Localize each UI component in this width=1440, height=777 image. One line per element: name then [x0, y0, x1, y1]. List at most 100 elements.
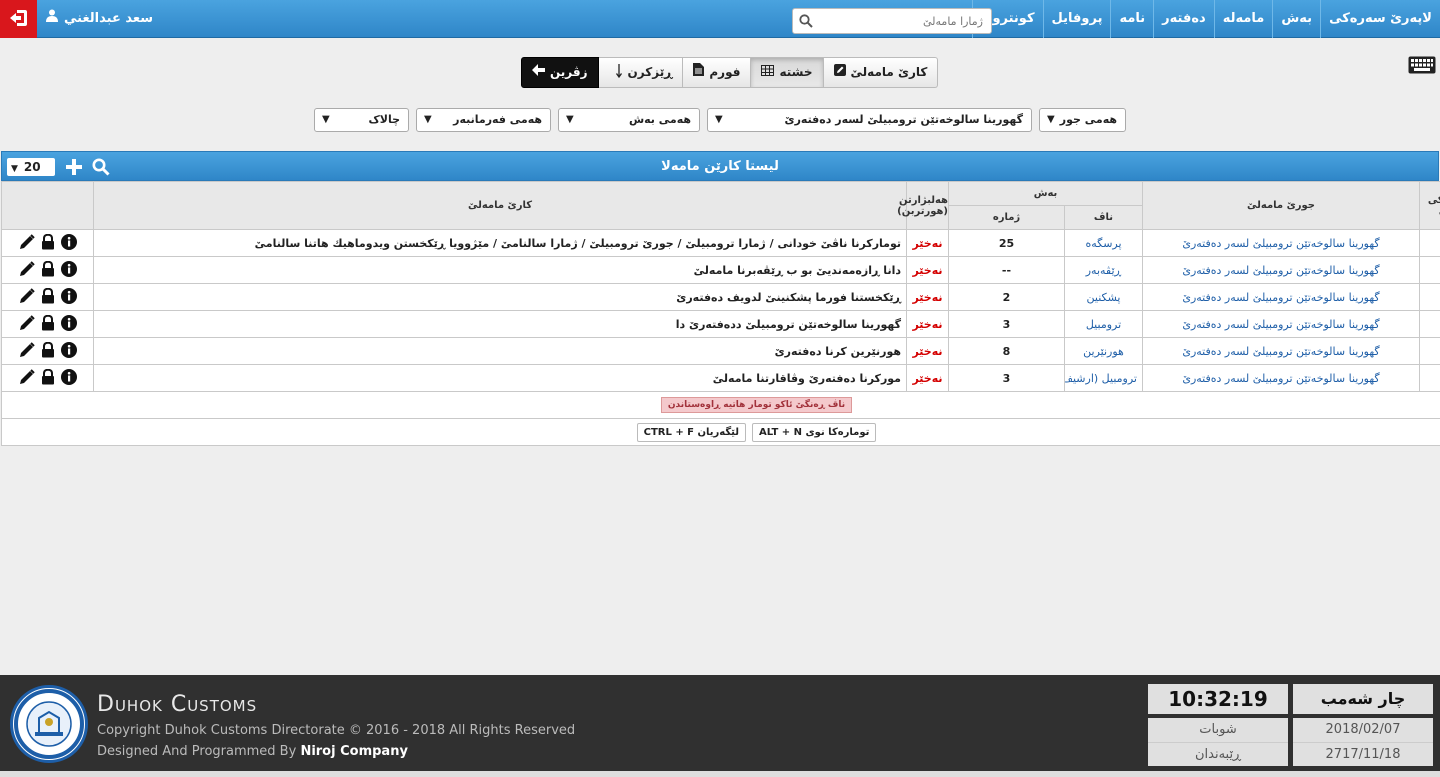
col-section-name[interactable]: ناڤ — [1064, 205, 1143, 230]
page-size-select[interactable]: ▼ 20 — [7, 158, 55, 176]
cell-task: ڕێکخستنا فورما پشکنینێ لدویف دەفتەرێ — [93, 283, 907, 311]
cell-main-type[interactable]: دەفتەر — [1419, 364, 1440, 392]
designed-prefix: Designed And Programmed By — [97, 744, 297, 759]
type-select[interactable]: هەمی جور ▼ — [1039, 108, 1126, 132]
cell-main-type[interactable]: دەفتەر — [1419, 256, 1440, 284]
logout-button[interactable] — [0, 0, 37, 38]
grid-view-button[interactable]: خشتە — [751, 57, 824, 88]
nav-profile[interactable]: پروفایل — [1042, 0, 1111, 38]
cell-section-name[interactable]: پشکنین — [1064, 283, 1143, 311]
taskbar-strip — [0, 771, 1440, 777]
search-input[interactable] — [793, 9, 991, 33]
user-menu[interactable]: سعد عبدالغني — [46, 0, 153, 38]
cell-type[interactable]: گهورینا سالوخەتێن ترومبیلێ لسەر دەفتەرێ — [1142, 256, 1420, 284]
task-button[interactable]: کارێ مامەلێ — [823, 57, 939, 88]
cell-type[interactable]: گهورینا سالوخەتێن ترومبیلێ لسەر دەفتەرێ — [1142, 310, 1420, 338]
shortcut-search[interactable]: لێگەریان CTRL + F — [636, 422, 747, 442]
col-main-type[interactable]: جورێ سەرەکی یێ مامەلێ — [1419, 181, 1440, 230]
col-section-number[interactable]: ژمارە — [948, 205, 1065, 230]
keyboard-icon[interactable] — [1408, 56, 1436, 77]
caret-down-icon: ▼ — [11, 164, 18, 174]
shortcut-new-keys: ALT + N — [759, 426, 803, 438]
category-select[interactable]: گهورینا سالوخەتێن ترومبیلێ لسەر دەفتەرێ ▼ — [707, 108, 1032, 132]
lock-icon[interactable] — [41, 287, 55, 307]
cell-type[interactable]: گهورینا سالوخەتێن ترومبیلێ لسەر دەفتەرێ — [1142, 337, 1420, 365]
legend-cell: ناڤ ڕەنگێ ئاکو تومار هاتیە ڕاوەستاندن — [1, 391, 1440, 419]
cell-extra: نەخێر — [906, 229, 949, 257]
edit-icon[interactable] — [19, 260, 35, 280]
cell-main-type[interactable]: دەفتەر — [1419, 283, 1440, 311]
search-icon[interactable] — [799, 14, 813, 31]
cell-extra: نەخێر — [906, 310, 949, 338]
cell-main-type[interactable]: دەفتەر — [1419, 310, 1440, 338]
cell-section-number: 3 — [948, 364, 1065, 392]
cell-section-name[interactable]: ترومبیل (ارشیف) — [1064, 364, 1143, 392]
shortcut-new-label: تومارەکا نوی — [805, 426, 870, 438]
lock-icon[interactable] — [41, 314, 55, 334]
back-button[interactable]: زڤرین — [521, 57, 599, 88]
nav-letters[interactable]: نامە — [1110, 0, 1153, 38]
cell-section-number: 3 — [948, 310, 1065, 338]
edit-icon[interactable] — [19, 368, 35, 388]
cell-section-name[interactable]: ڕێڤەبەر — [1064, 256, 1143, 284]
lock-icon[interactable] — [41, 260, 55, 280]
cell-task: مورکرنا دەفتەرێ وڤاقارتنا مامەلێ — [93, 364, 907, 392]
view-toolbar: زڤرین ڕێزکرن 19 فورم خشتە کارێ مامەلێ — [521, 57, 939, 88]
edit-icon[interactable] — [19, 341, 35, 361]
add-icon[interactable] — [65, 158, 83, 188]
status-select[interactable]: چالاک ▼ — [314, 108, 409, 132]
search-icon[interactable] — [92, 158, 110, 188]
cell-section-number: -- — [948, 256, 1065, 284]
nav-home[interactable]: لاپەرێ سەرەکی — [1320, 0, 1440, 38]
search-box — [792, 8, 992, 34]
employee-select[interactable]: هەمی فەرمانبەر ▼ — [416, 108, 551, 132]
cell-section-name[interactable]: هورنێرین — [1064, 337, 1143, 365]
table-row[interactable]: دەفتەرگهورینا سالوخەتێن ترومبیلێ لسەر دە… — [1, 310, 1440, 338]
info-icon[interactable] — [60, 233, 77, 253]
table-row[interactable]: دەفتەرگهورینا سالوخەتێن ترومبیلێ لسەر دە… — [1, 364, 1440, 392]
nav-transactions[interactable]: مامەلە — [1213, 0, 1273, 38]
info-icon[interactable] — [60, 341, 77, 361]
shortcut-search-keys: CTRL + F — [643, 426, 695, 438]
shortcut-new[interactable]: تومارەکا نوی ALT + N — [752, 422, 877, 442]
lock-icon[interactable] — [41, 233, 55, 253]
cell-type[interactable]: گهورینا سالوخەتێن ترومبیلێ لسەر دەفتەرێ — [1142, 229, 1420, 257]
cell-actions — [1, 283, 94, 311]
table-row[interactable]: دەفتەرگهورینا سالوخەتێن ترومبیلێ لسەر دە… — [1, 337, 1440, 365]
col-extra[interactable]: هەلبژارتن (هورتربن) — [897, 181, 949, 230]
cell-task: تومارکرنا ناڤێ خودانی / ژمارا ترومبیلێ /… — [93, 229, 907, 257]
cell-task: گهورینا سالوخەتێن ترومبیلێ ددەفتەرێ دا — [93, 310, 907, 338]
cell-section-name[interactable]: پرسگەه — [1064, 229, 1143, 257]
sort-button[interactable]: ڕێزکرن 19 — [598, 57, 684, 88]
footer: Duhok Customs Copyright Duhok Customs Di… — [0, 675, 1440, 777]
table-row[interactable]: دەفتەرگهورینا سالوخەتێن ترومبیلێ لسەر دە… — [1, 283, 1440, 311]
lock-icon[interactable] — [41, 341, 55, 361]
cell-main-type[interactable]: دەفتەر — [1419, 229, 1440, 257]
info-icon[interactable] — [60, 260, 77, 280]
edit-icon[interactable] — [19, 287, 35, 307]
status-select-value: چالاک — [368, 113, 400, 126]
cell-type[interactable]: گهورینا سالوخەتێن ترومبیلێ لسەر دەفتەرێ — [1142, 283, 1420, 311]
task-list-panel: لیستا کارێن مامەلا ▼ 20 جورێ سەرەکی یێ ما… — [1, 151, 1440, 446]
info-icon[interactable] — [60, 368, 77, 388]
col-type[interactable]: جورێ مامەلێ — [1142, 181, 1420, 230]
info-icon[interactable] — [60, 287, 77, 307]
section-select[interactable]: هەمی بەش ▼ — [558, 108, 700, 132]
footer-brand: Duhok Customs — [97, 692, 258, 717]
sort-numeric-icon: 19 — [604, 63, 623, 82]
cell-type[interactable]: گهورینا سالوخەتێن ترومبیلێ لسەر دەفتەرێ — [1142, 364, 1420, 392]
nav-books[interactable]: دەفتەر — [1153, 0, 1214, 38]
task-table: جورێ سەرەکی یێ مامەلێ جورێ مامەلێ بەش هە… — [1, 181, 1440, 446]
info-icon[interactable] — [60, 314, 77, 334]
lock-icon[interactable] — [41, 368, 55, 388]
edit-icon[interactable] — [19, 314, 35, 334]
nav-sections[interactable]: بەش — [1272, 0, 1320, 38]
edit-icon[interactable] — [19, 233, 35, 253]
cell-main-type[interactable]: دەفتەر — [1419, 337, 1440, 365]
form-view-button[interactable]: فورم — [683, 57, 752, 88]
col-task[interactable]: کارێ مامەلێ — [93, 181, 907, 230]
table-row[interactable]: دەفتەرگهورینا سالوخەتێن ترومبیلێ لسەر دە… — [1, 229, 1440, 257]
grid-label: خشتە — [779, 65, 813, 79]
cell-section-name[interactable]: ترومبیل — [1064, 310, 1143, 338]
table-row[interactable]: دەفتەرگهورینا سالوخەتێن ترومبیلێ لسەر دە… — [1, 256, 1440, 284]
